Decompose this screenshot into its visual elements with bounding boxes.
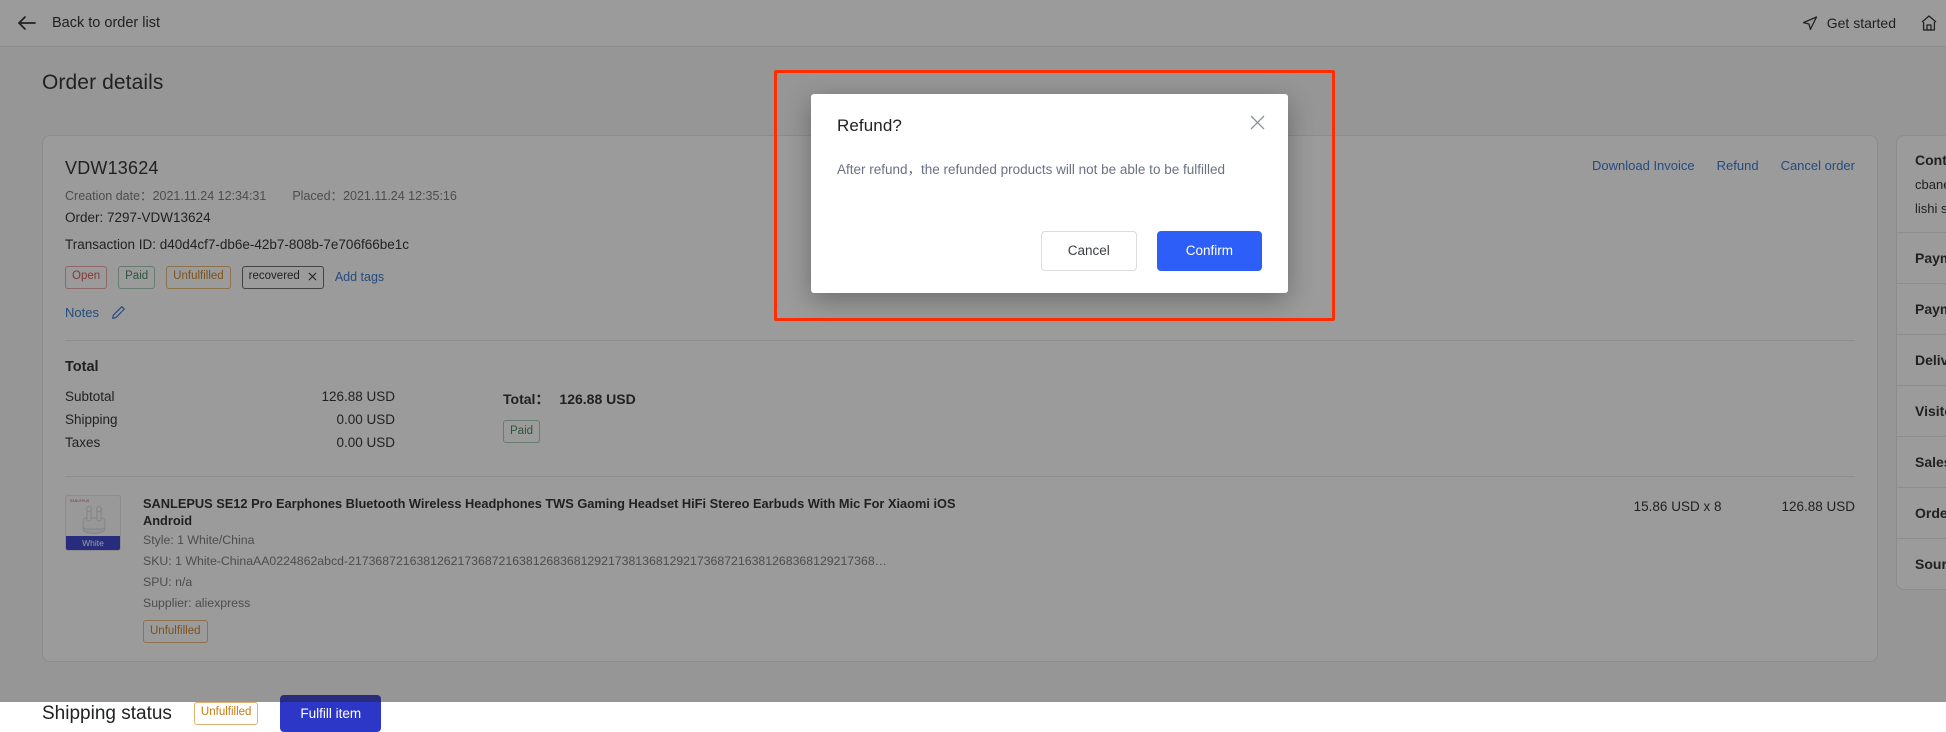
- confirm-button[interactable]: Confirm: [1157, 231, 1262, 271]
- dialog-title: Refund?: [837, 116, 1262, 136]
- dialog-message: After refund，the refunded products will …: [837, 161, 1262, 180]
- shipping-status-title: Shipping status: [42, 703, 172, 725]
- close-icon[interactable]: [1249, 114, 1266, 131]
- refund-confirmation-dialog: Refund? After refund，the refunded produc…: [811, 94, 1288, 293]
- cancel-button[interactable]: Cancel: [1041, 231, 1137, 271]
- shipping-status-badge: Unfulfilled: [194, 702, 259, 725]
- dialog-actions: Cancel Confirm: [837, 231, 1262, 271]
